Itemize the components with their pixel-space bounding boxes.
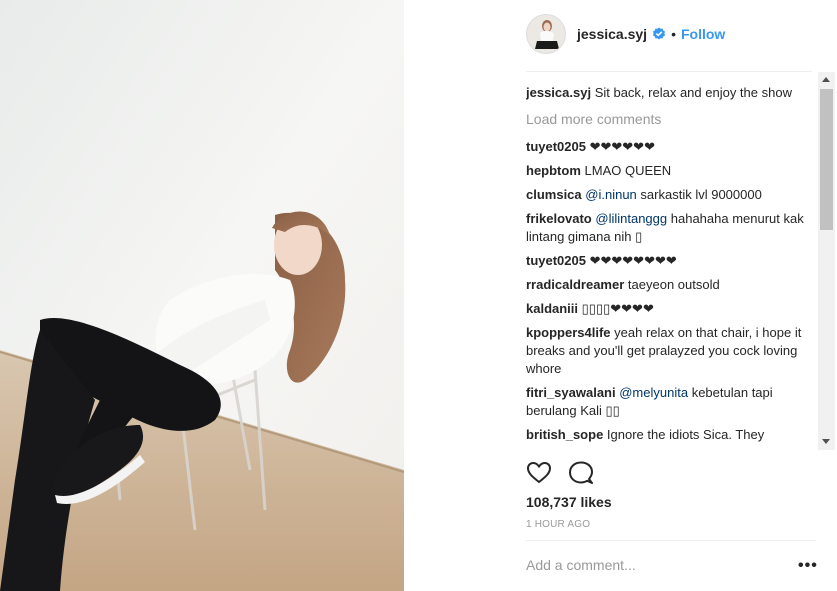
post-header: jessica.syj • Follow (526, 14, 725, 54)
comment-username[interactable]: clumsica (526, 187, 582, 202)
comment-text: LMAO QUEEN (584, 163, 672, 178)
header-divider (526, 71, 812, 72)
comment-username[interactable]: frikelovato (526, 211, 592, 226)
comment-item: rradicaldreamer taeyeon outsold (526, 276, 816, 294)
post-photo[interactable] (0, 0, 404, 591)
follow-button[interactable]: Follow (681, 26, 725, 42)
comment-mention-link[interactable]: @i.ninun (585, 187, 637, 202)
comment-text: ❤❤❤❤❤❤❤❤ (589, 253, 677, 268)
comment-username[interactable]: fitri_syawalani (526, 385, 616, 400)
action-bar (526, 460, 594, 486)
comment-text: Ignore the idiots Sica. They (606, 427, 765, 442)
comment-item: kpoppers4life yeah relax on that chair, … (526, 324, 816, 378)
comment-mention-link[interactable]: @melyunita (619, 385, 688, 400)
comment-item: clumsica @i.ninun sarkastik lvl 9000000 (526, 186, 816, 204)
add-comment-input[interactable] (526, 557, 776, 573)
likes-count[interactable]: 108,737 likes (526, 494, 612, 510)
caption-username[interactable]: jessica.syj (526, 85, 591, 100)
comment-item: british_sope Ignore the idiots Sica. The… (526, 426, 816, 444)
comment-text: ❤❤❤❤❤❤ (589, 139, 655, 154)
separator-dot: • (671, 26, 676, 42)
comment-item: tuyet0205 ❤❤❤❤❤❤ (526, 138, 816, 156)
comment-item: tuyet0205 ❤❤❤❤❤❤❤❤ (526, 252, 816, 270)
comment-item: hepbtom LMAO QUEEN (526, 162, 816, 180)
comment-mention-link[interactable]: @lilintanggg (595, 211, 667, 226)
caption: jessica.syj Sit back, relax and enjoy th… (526, 84, 816, 102)
comment-username[interactable]: rradicaldreamer (526, 277, 624, 292)
comment-username[interactable]: hepbtom (526, 163, 581, 178)
comment-item: frikelovato @lilintanggg hahahaha menuru… (526, 210, 816, 246)
comment-username[interactable]: kpoppers4life (526, 325, 611, 340)
comment-text: taeyeon outsold (627, 277, 720, 292)
caption-text: Sit back, relax and enjoy the show (594, 85, 792, 100)
comments-scrollbar[interactable] (818, 72, 835, 450)
comment-username[interactable]: tuyet0205 (526, 253, 586, 268)
scrollbar-thumb[interactable] (820, 89, 833, 230)
load-more-comments-button[interactable]: Load more comments (526, 110, 816, 128)
scroll-up-arrow-icon[interactable] (822, 77, 830, 82)
heart-outline-icon[interactable] (526, 460, 552, 486)
comment-item: kaldaniii ▯▯▯▯❤❤❤❤ (526, 300, 816, 318)
scroll-down-arrow-icon[interactable] (822, 439, 830, 444)
comment-text: sarkastik lvl 9000000 (640, 187, 762, 202)
avatar-image (527, 15, 565, 53)
comment-username[interactable]: kaldaniii (526, 301, 578, 316)
more-options-button[interactable]: ••• (798, 557, 818, 575)
comment-item: fitri_syawalani @melyunita kebetulan tap… (526, 384, 816, 420)
comment-text: ▯▯▯▯❤❤❤❤ (581, 301, 654, 316)
avatar[interactable] (526, 14, 566, 54)
comment-username[interactable]: british_sope (526, 427, 603, 442)
post-photo-illustration (0, 0, 404, 591)
comments-list[interactable]: jessica.syj Sit back, relax and enjoy th… (526, 84, 816, 450)
post-timestamp[interactable]: 1 HOUR AGO (526, 519, 590, 530)
comment-divider (526, 540, 816, 541)
comment-bubble-icon[interactable] (568, 460, 594, 486)
header-username[interactable]: jessica.syj (577, 26, 647, 42)
verified-badge-icon (652, 27, 666, 41)
comment-username[interactable]: tuyet0205 (526, 139, 586, 154)
